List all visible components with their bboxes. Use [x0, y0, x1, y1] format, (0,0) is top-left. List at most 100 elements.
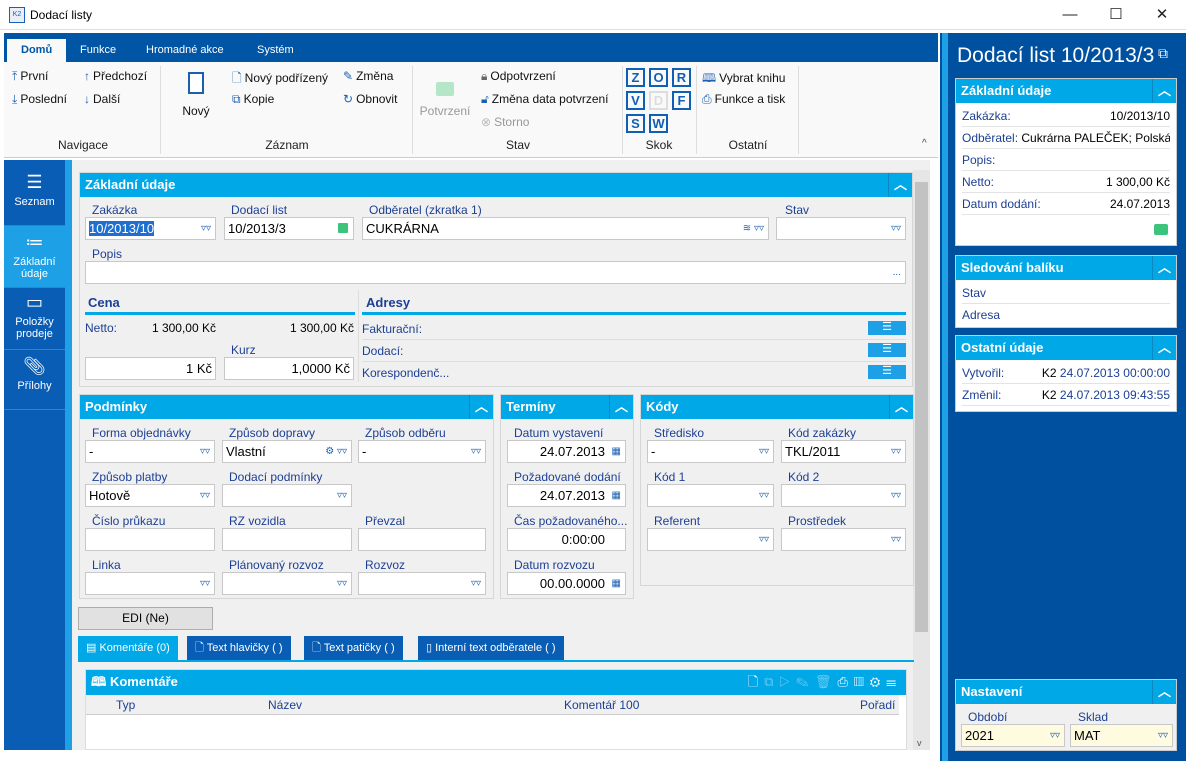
- podminky-3-input[interactable]: Hotově ▿▿: [85, 484, 215, 507]
- jump-w-button[interactable]: W: [649, 114, 668, 133]
- new-child-button[interactable]: 🗋 Nový podřízený: [232, 69, 328, 90]
- unconfirm-button[interactable]: 🔒︎ Odpotvrzení: [481, 69, 556, 84]
- obdobi-input[interactable]: 2021 ▿▿: [961, 724, 1065, 747]
- terminy-1-input[interactable]: 24.07.2013 ▦: [507, 484, 626, 507]
- collapse-icon[interactable]: ︿: [889, 395, 913, 419]
- terminy-3-input[interactable]: 00.00.0000 ▦: [507, 572, 626, 595]
- kody-0-input[interactable]: - ▿▿: [647, 440, 774, 463]
- open-external-icon[interactable]: ⧉: [1158, 45, 1168, 62]
- dropdown-icon[interactable]: ▿▿: [337, 573, 347, 594]
- kody-1-input[interactable]: TKL/2011 ▿▿: [781, 440, 906, 463]
- collapse-icon[interactable]: ︿: [1152, 79, 1176, 103]
- scroll-down-icon[interactable]: v: [917, 738, 922, 748]
- podminky-0-input[interactable]: - ▿▿: [85, 440, 215, 463]
- confirm-button[interactable]: Potvrzení: [418, 72, 472, 118]
- podminky-10-input[interactable]: ▿▿: [358, 572, 486, 595]
- tab-funkce[interactable]: Funkce: [66, 39, 130, 62]
- nav-prilohy[interactable]: 📎︎ Přílohy: [4, 350, 65, 410]
- tab-system[interactable]: Systém: [243, 39, 308, 62]
- collapse-ribbon-icon[interactable]: ^: [922, 138, 927, 149]
- dropdown-icon[interactable]: ▿▿: [891, 529, 901, 550]
- calendar-icon[interactable]: ▦: [612, 441, 621, 462]
- dropdown-icon[interactable]: ▿▿: [200, 573, 210, 594]
- dropdown-icon[interactable]: ▿▿: [759, 441, 769, 462]
- nav-polozky-prodeje[interactable]: ▭ Položky prodeje: [4, 288, 65, 350]
- column-komentar[interactable]: Komentář 100: [564, 698, 639, 712]
- first-button[interactable]: ⤒ První: [12, 69, 48, 84]
- column-poradi[interactable]: Pořadí: [860, 698, 895, 712]
- podminky-6-input[interactable]: [222, 528, 352, 551]
- splitter[interactable]: [942, 33, 948, 761]
- column-nazev[interactable]: Název: [268, 698, 302, 712]
- zakazka-input[interactable]: 10/2013/10 ▿▿: [85, 217, 216, 240]
- podminky-5-input[interactable]: [85, 528, 215, 551]
- previous-button[interactable]: ↑ Předchozí: [84, 69, 147, 83]
- dropdown-icon[interactable]: ▿▿: [891, 218, 901, 239]
- address-fakturacni-button[interactable]: ☰: [868, 321, 906, 335]
- refresh-button[interactable]: ↻ Obnovit: [343, 92, 397, 106]
- nav-zakladni-udaje[interactable]: ≔ Základní údaje: [4, 226, 65, 288]
- maximize-button[interactable]: ☐: [1101, 4, 1131, 26]
- minimize-button[interactable]: —: [1055, 4, 1085, 26]
- tab-interni-text[interactable]: ▯ Interní text odběratele ( ): [418, 636, 564, 660]
- odberatel-input[interactable]: CUKRÁRNA ≋ ▿▿: [362, 217, 769, 240]
- jump-v-button[interactable]: V: [626, 91, 645, 110]
- last-button[interactable]: ⤓ Poslední: [12, 92, 67, 107]
- kody-5-input[interactable]: ▿▿: [781, 528, 906, 551]
- dropdown-icon[interactable]: ≋ ▿▿: [743, 218, 764, 239]
- dropdown-icon[interactable]: ▿▿: [891, 441, 901, 462]
- dropdown-icon[interactable]: ▿▿: [759, 485, 769, 506]
- scrollbar[interactable]: v: [913, 170, 930, 750]
- calendar-icon[interactable]: ▦: [612, 485, 621, 506]
- kody-3-input[interactable]: ▿▿: [781, 484, 906, 507]
- dropdown-icon[interactable]: ▿▿: [471, 441, 481, 462]
- sklad-input[interactable]: MAT ▿▿: [1070, 724, 1173, 747]
- kody-4-input[interactable]: ▿▿: [647, 528, 774, 551]
- dropdown-icon[interactable]: ▿▿: [337, 485, 347, 506]
- podminky-4-input[interactable]: ▿▿: [222, 484, 352, 507]
- popis-input[interactable]: ...: [85, 261, 906, 284]
- tab-domu[interactable]: Domů: [7, 39, 67, 62]
- nav-seznam[interactable]: ☰ Seznam: [4, 168, 65, 226]
- jump-f-button[interactable]: F: [672, 91, 691, 110]
- dropdown-icon[interactable]: ⚙ ▿▿: [325, 441, 347, 462]
- podminky-8-input[interactable]: ▿▿: [85, 572, 215, 595]
- new-button[interactable]: Nový: [174, 70, 218, 118]
- podminky-2-input[interactable]: - ▿▿: [358, 440, 486, 463]
- collapse-icon[interactable]: ︿: [609, 395, 633, 419]
- terminy-0-input[interactable]: 24.07.2013 ▦: [507, 440, 626, 463]
- kurz-input[interactable]: 1,0000 Kč: [224, 357, 354, 380]
- podminky-9-input[interactable]: ▿▿: [222, 572, 352, 595]
- next-button[interactable]: ↓ Další: [84, 92, 120, 106]
- dropdown-icon[interactable]: ▿▿: [759, 529, 769, 550]
- collapse-icon[interactable]: ︿: [1152, 336, 1176, 360]
- amount-input[interactable]: 1 Kč: [85, 357, 216, 380]
- close-button[interactable]: ✕: [1147, 4, 1177, 26]
- select-book-button[interactable]: 🕮 Vybrat knihu: [702, 69, 785, 90]
- podminky-1-input[interactable]: Vlastní ⚙ ▿▿: [222, 440, 352, 463]
- edit-button[interactable]: ✎ Změna: [343, 69, 393, 83]
- jump-r-button[interactable]: R: [672, 68, 691, 87]
- terminy-2-input[interactable]: 0:00:00: [507, 528, 626, 551]
- tab-text-hlavicky[interactable]: 🗋 Text hlavičky ( ): [187, 636, 291, 660]
- storno-button[interactable]: ⊗ Storno: [481, 115, 529, 129]
- collapse-icon[interactable]: ︿: [1152, 256, 1176, 280]
- dropdown-icon[interactable]: ▿▿: [891, 485, 901, 506]
- collapse-icon[interactable]: ︿: [1152, 680, 1176, 704]
- tab-hromadne-akce[interactable]: Hromadné akce: [132, 39, 238, 62]
- edi-button[interactable]: EDI (Ne): [78, 607, 213, 630]
- copy-button[interactable]: ⧉ Kopie: [232, 92, 274, 107]
- jump-z-button[interactable]: Z: [626, 68, 645, 87]
- kody-2-input[interactable]: ▿▿: [647, 484, 774, 507]
- jump-s-button[interactable]: S: [626, 114, 645, 133]
- tab-text-paticky[interactable]: 🗋 Text patičky ( ): [304, 636, 403, 660]
- dropdown-icon[interactable]: ▿▿: [471, 573, 481, 594]
- scrollbar-thumb[interactable]: [915, 182, 928, 632]
- dropdown-icon[interactable]: ▿▿: [200, 485, 210, 506]
- change-date-button[interactable]: 🔓︎ Změna data potvrzení: [481, 92, 609, 107]
- print-functions-button[interactable]: ⎙ Funkce a tisk: [702, 92, 785, 107]
- grid-toolbar[interactable]: 🗋⧉▷✎🗑︎⎙▥⚙☰: [748, 670, 902, 694]
- dodaci-list-input[interactable]: 10/2013/3: [224, 217, 354, 240]
- podminky-7-input[interactable]: [358, 528, 486, 551]
- calendar-icon[interactable]: ▦: [612, 573, 621, 594]
